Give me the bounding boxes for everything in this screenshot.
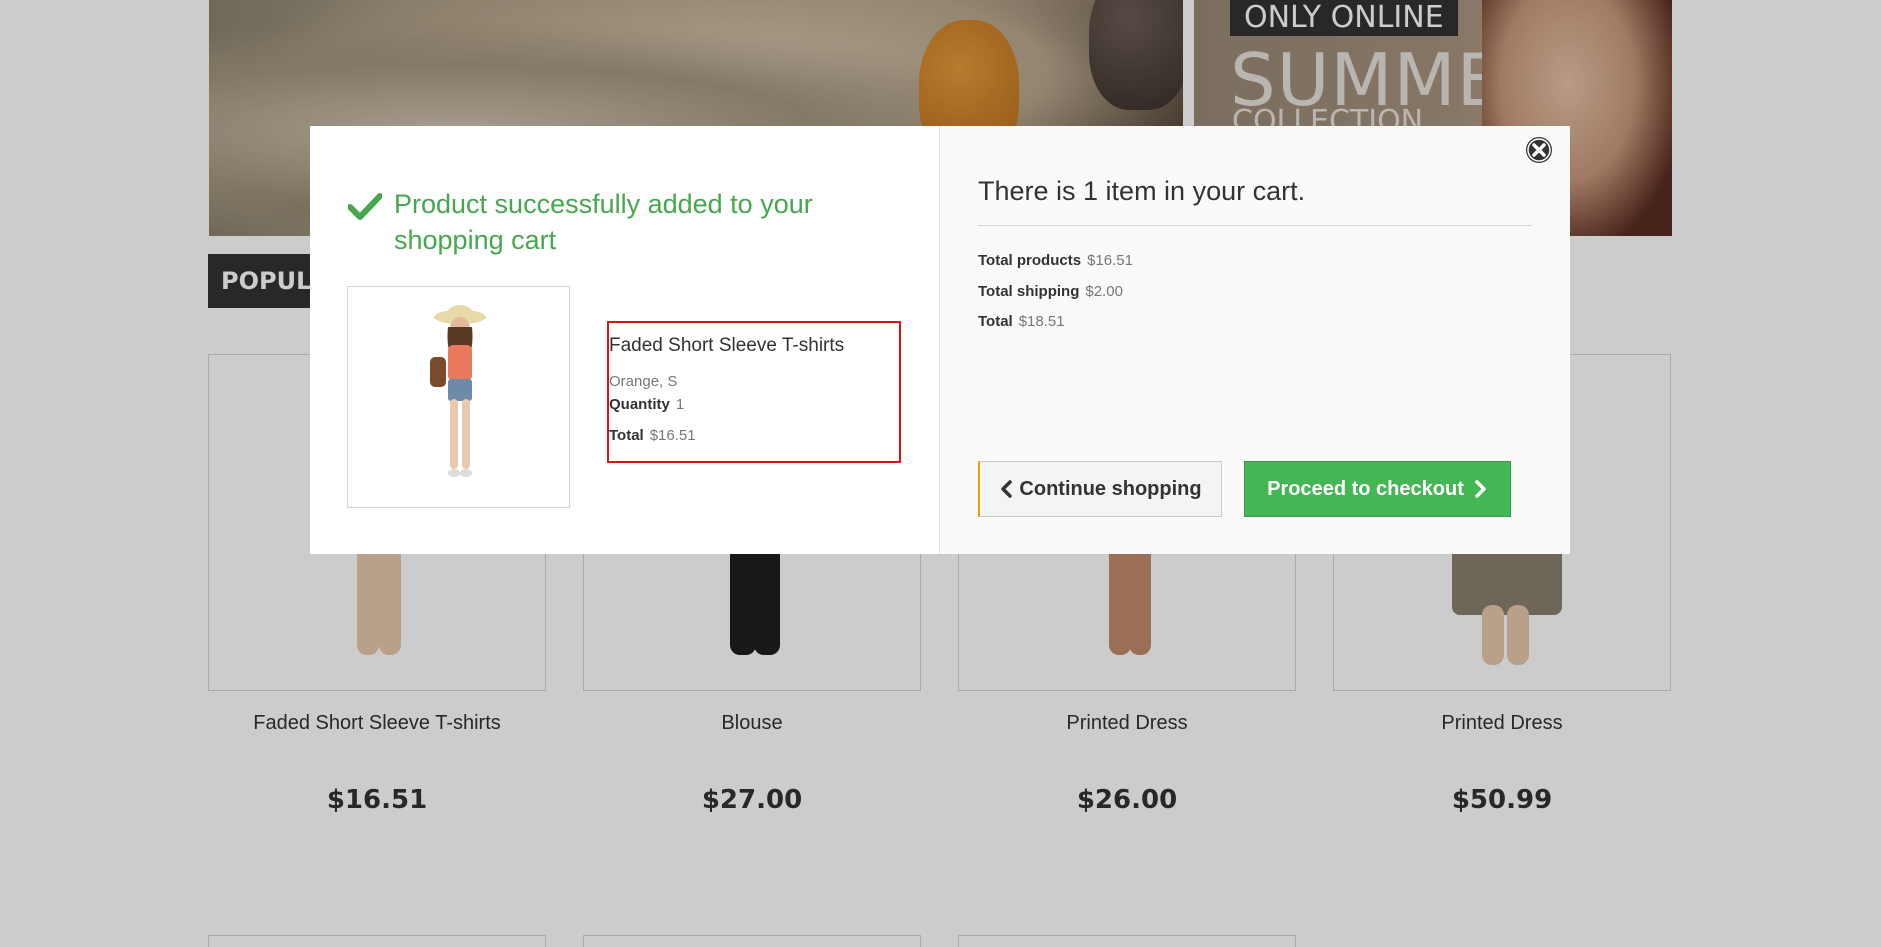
added-product-total: Total $16.51	[609, 427, 696, 444]
add-to-cart-modal: Product successfully added to your shopp…	[310, 126, 1570, 554]
cart-total-label: Total	[978, 313, 1013, 330]
modal-cart-panel: There is 1 item in your cart. Total prod…	[940, 126, 1570, 554]
proceed-to-checkout-button[interactable]: Proceed to checkout	[1244, 461, 1511, 517]
product-photo	[430, 305, 486, 477]
added-product-attributes: Orange, S	[609, 373, 678, 390]
total-products-value: $16.51	[1087, 252, 1133, 269]
check-icon	[348, 193, 382, 220]
cart-total-value: $18.51	[1018, 313, 1065, 330]
summary-total-products: Total products $16.51	[978, 252, 1133, 269]
total-products-label: Total products	[978, 252, 1082, 269]
cart-count-title: There is 1 item in your cart.	[978, 176, 1306, 206]
continue-shopping-label: Continue shopping	[1019, 477, 1202, 500]
added-product-name: Faded Short Sleeve T-shirts	[609, 335, 845, 356]
added-product-details: Faded Short Sleeve T-shirts Orange, S Qu…	[607, 321, 901, 463]
chevron-right-icon	[1475, 480, 1486, 498]
total-shipping-label: Total shipping	[978, 283, 1080, 300]
summary-total: Total $18.51	[978, 313, 1065, 330]
close-icon[interactable]	[1525, 136, 1553, 164]
quantity-label: Quantity	[609, 396, 670, 413]
proceed-to-checkout-label: Proceed to checkout	[1267, 477, 1464, 500]
success-message: Product successfully added to your shopp…	[394, 189, 813, 255]
quantity-value: 1	[675, 396, 685, 413]
product-thumbnail	[347, 286, 570, 508]
modal-product-panel: Product successfully added to your shopp…	[310, 126, 940, 554]
total-value: $16.51	[649, 427, 696, 444]
total-label: Total	[609, 427, 644, 444]
continue-shopping-button[interactable]: Continue shopping	[978, 461, 1222, 517]
chevron-left-icon	[1001, 480, 1013, 498]
total-shipping-value: $2.00	[1085, 283, 1123, 300]
summary-total-shipping: Total shipping $2.00	[978, 283, 1123, 300]
added-product-quantity: Quantity 1	[609, 396, 684, 413]
divider	[978, 225, 1532, 226]
